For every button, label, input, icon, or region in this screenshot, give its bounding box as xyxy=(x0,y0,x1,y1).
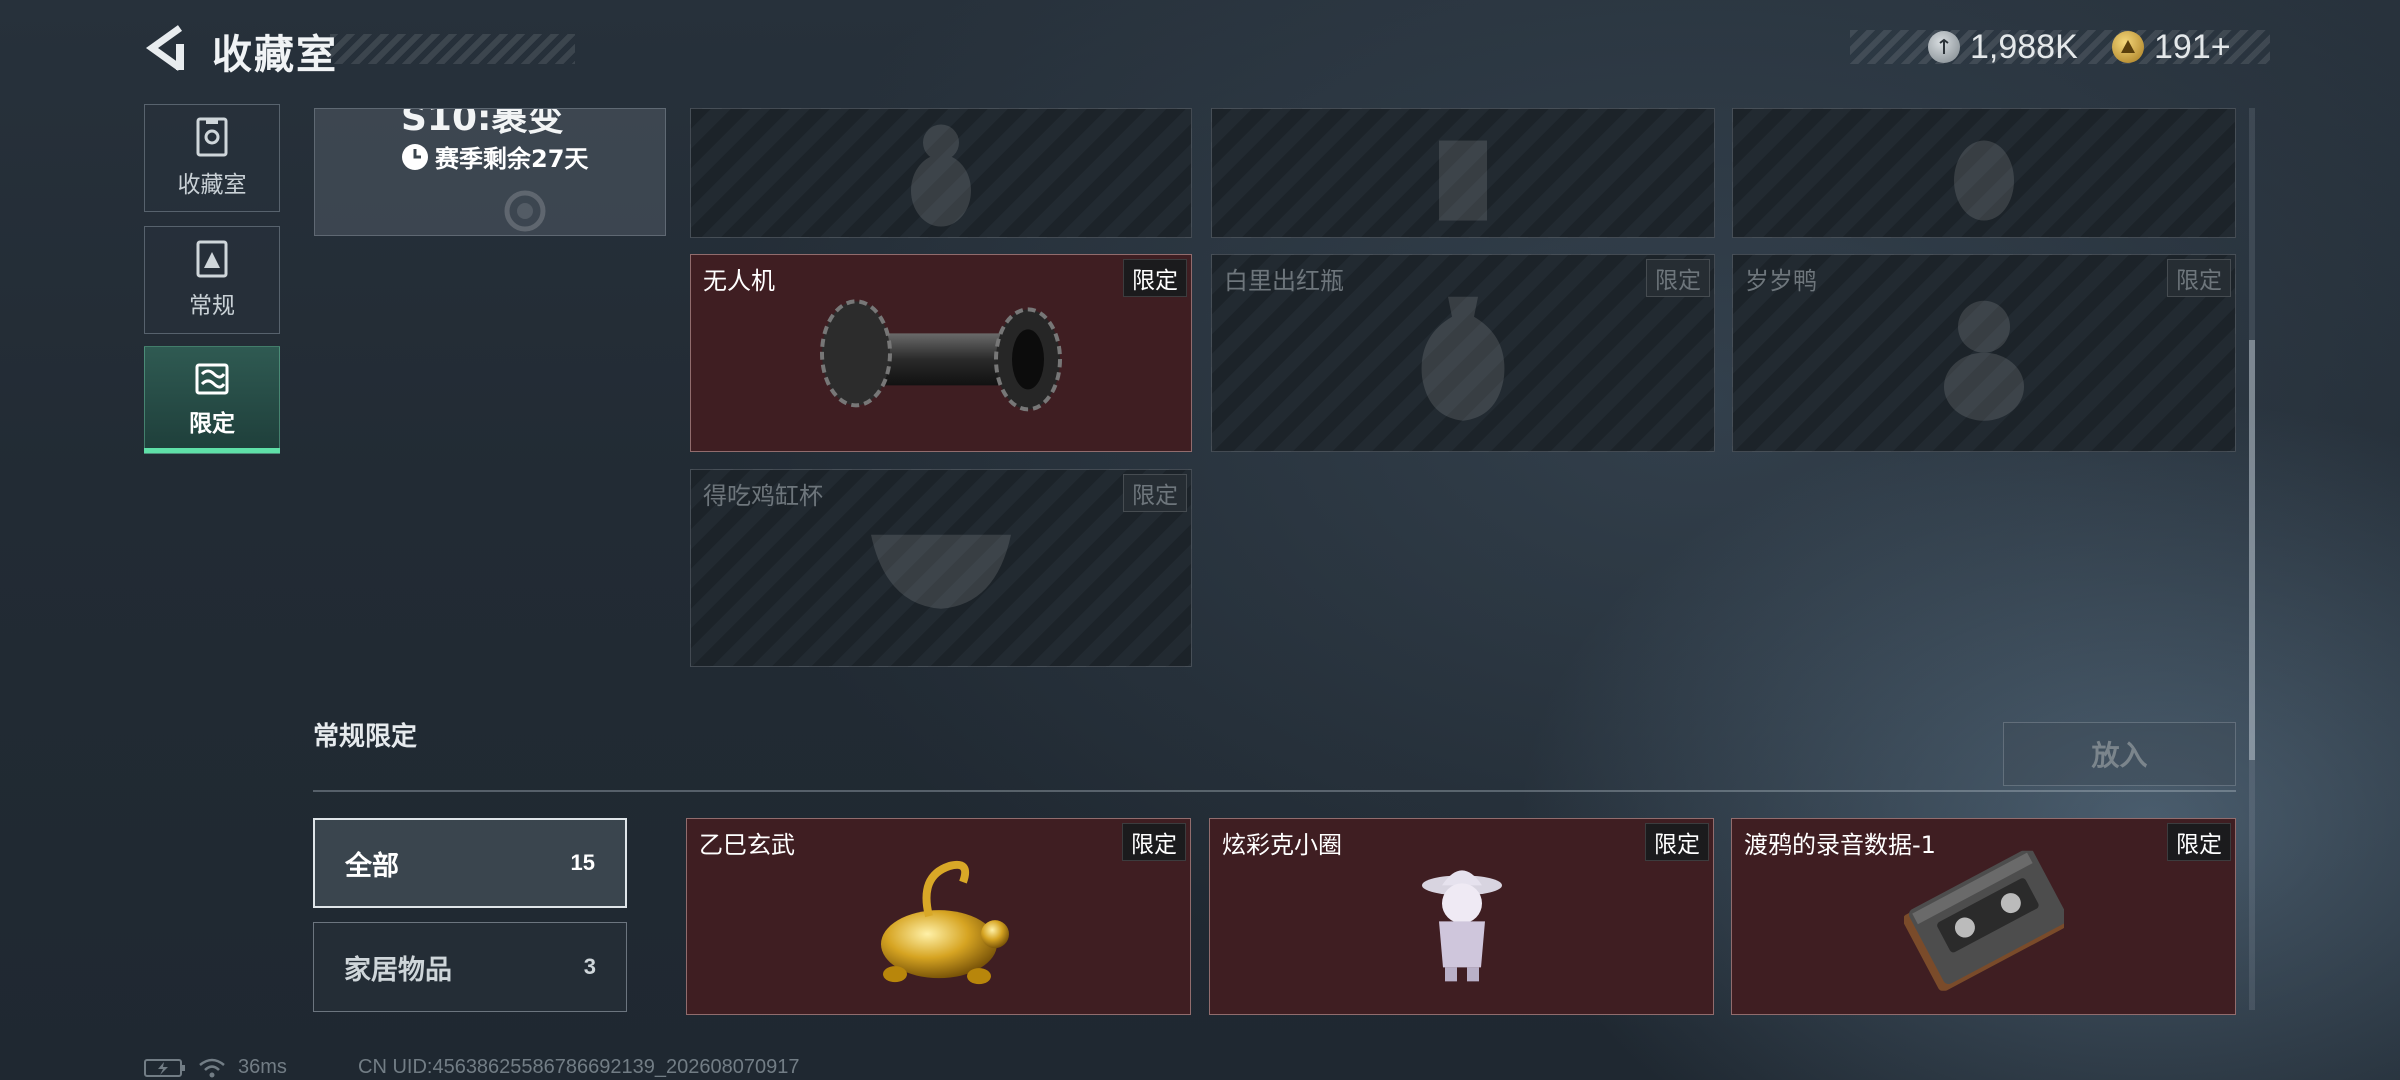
wifi-icon xyxy=(199,1058,225,1077)
collection-card-locked[interactable]: 岁岁鸭 限定 xyxy=(1732,254,2236,452)
collection-card-locked[interactable]: 得吃鸡缸杯 限定 xyxy=(690,469,1192,667)
season-name: S10:裹变 xyxy=(401,108,564,139)
silver-currency[interactable]: 1,988K xyxy=(1928,24,2078,70)
collection-card-locked[interactable]: 白里出红瓶 限定 xyxy=(1211,254,1715,452)
nav-label: 常规 xyxy=(189,293,235,319)
golden-tortoise-item-icon xyxy=(859,846,1019,1000)
filter-all[interactable]: 全部 15 xyxy=(313,818,627,908)
item-silhouette-icon xyxy=(901,121,981,235)
filter-count: 3 xyxy=(583,954,596,979)
gold-coin-icon xyxy=(2112,31,2144,63)
figurine-item-icon xyxy=(1417,855,1507,989)
item-name: 岁岁鸭 xyxy=(1745,267,1817,295)
scrollbar-thumb[interactable] xyxy=(2249,340,2255,760)
item-silhouette-icon xyxy=(1944,121,2024,235)
limited-badge: 限定 xyxy=(2167,823,2231,861)
item-silhouette-icon xyxy=(1423,121,1503,235)
nav-label: 收藏室 xyxy=(177,172,247,198)
back-arrow-icon xyxy=(145,25,184,71)
page-title: 收藏室 xyxy=(212,32,338,78)
regular-icon xyxy=(196,240,228,278)
back-button[interactable] xyxy=(140,22,192,74)
nav-item-limited[interactable]: 限定 xyxy=(144,346,280,454)
uid-text: CN UID:45638625586786692139_202608070917 xyxy=(358,1056,800,1078)
nav-item-collection[interactable]: 收藏室 xyxy=(144,104,280,212)
limited-badge: 限定 xyxy=(1123,259,1187,297)
collection-card-locked[interactable] xyxy=(1732,108,2236,238)
nav-item-regular[interactable]: 常规 xyxy=(144,226,280,334)
season-time-left: 赛季剩余27天 xyxy=(435,145,589,173)
item-name: 得吃鸡缸杯 xyxy=(703,482,823,510)
item-name: 无人机 xyxy=(703,267,775,295)
title-decoration xyxy=(330,34,575,64)
collection-card[interactable]: 无人机 限定 xyxy=(690,254,1192,452)
filter-home-items[interactable]: 家居物品 3 xyxy=(313,922,627,1012)
collection-icon xyxy=(196,117,228,157)
silver-coin-icon xyxy=(1928,31,1960,63)
collection-card-locked[interactable] xyxy=(1211,108,1715,238)
gold-currency[interactable]: 191+ xyxy=(2112,24,2231,70)
drone-item-icon xyxy=(816,291,1066,425)
filter-label: 全部 xyxy=(345,850,399,882)
limited-badge: 限定 xyxy=(2167,259,2231,297)
limited-badge: 限定 xyxy=(1646,259,1710,297)
limited-icon xyxy=(195,363,229,395)
collection-card-locked[interactable] xyxy=(690,108,1192,238)
filter-label: 家居物品 xyxy=(344,954,452,986)
ping-value: 36ms xyxy=(238,1056,287,1078)
nav-active-indicator xyxy=(144,448,280,453)
filter-count: 15 xyxy=(570,850,595,875)
section-divider xyxy=(313,790,2236,792)
season-emblem-icon xyxy=(504,190,546,232)
item-name: 白里出红瓶 xyxy=(1224,267,1344,295)
put-in-button[interactable]: 放入 xyxy=(2003,722,2236,786)
cassette-tape-item-icon xyxy=(1902,847,2068,994)
battery-icon xyxy=(144,1058,185,1077)
vase-silhouette-icon xyxy=(1408,287,1518,431)
silver-amount: 1,988K xyxy=(1970,27,2078,66)
limited-badge: 限定 xyxy=(1122,823,1186,861)
season-time: 赛季剩余27天 xyxy=(401,139,588,174)
collection-card[interactable]: 炫彩克小圈 限定 xyxy=(1209,818,1714,1015)
collection-card[interactable]: 乙巳玄武 限定 xyxy=(686,818,1191,1015)
gold-amount: 191+ xyxy=(2154,27,2231,66)
collection-card[interactable]: 渡鸦的录音数据-1 限定 xyxy=(1731,818,2236,1015)
clock-icon xyxy=(402,143,428,170)
limited-badge: 限定 xyxy=(1645,823,1709,861)
item-name: 炫彩克小圈 xyxy=(1222,831,1342,859)
item-name: 乙巳玄武 xyxy=(699,831,795,859)
season-panel: S10:裹变 赛季剩余27天 xyxy=(314,108,666,236)
section-title: 常规限定 xyxy=(313,722,418,752)
duck-silhouette-icon xyxy=(1929,287,2039,431)
nav-label: 限定 xyxy=(189,411,235,437)
cup-silhouette-icon xyxy=(866,525,1016,619)
limited-badge: 限定 xyxy=(1123,474,1187,512)
status-bar: 36ms xyxy=(144,1056,287,1079)
